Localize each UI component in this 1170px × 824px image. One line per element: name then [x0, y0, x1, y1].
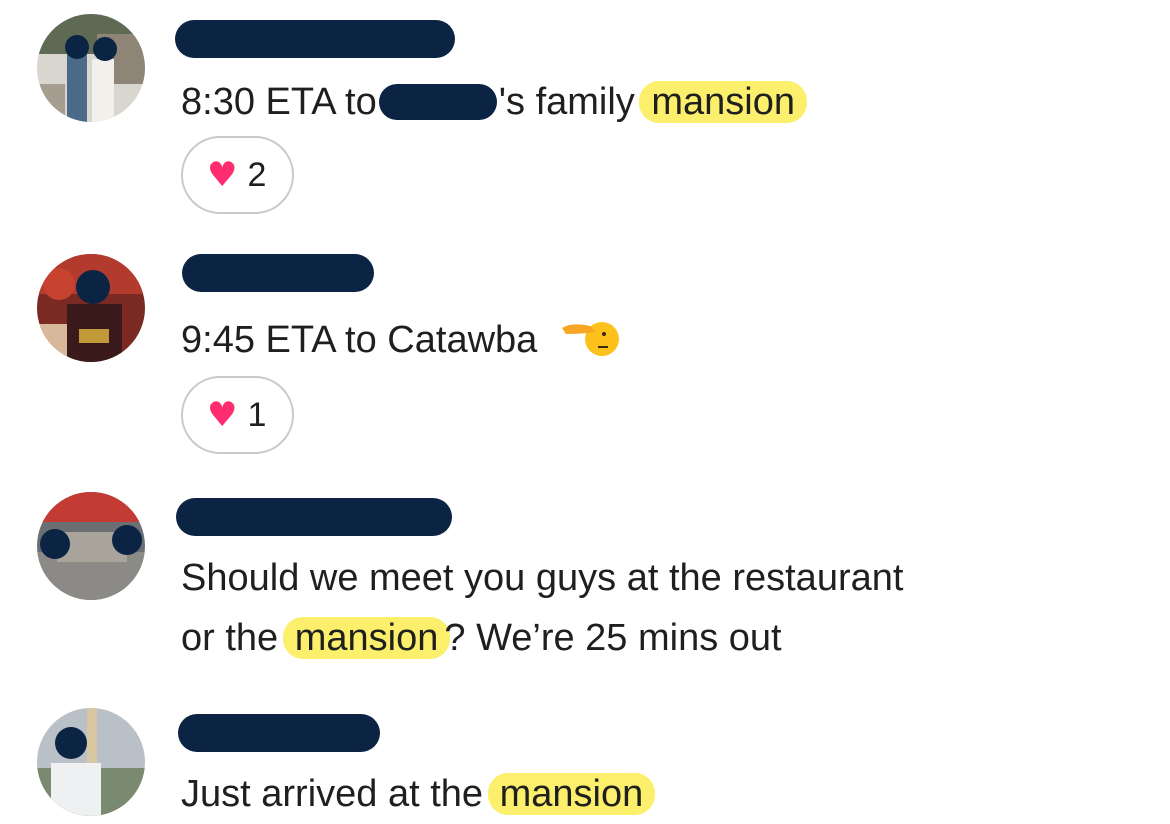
reaction-count: 1 [247, 395, 267, 434]
redacted-sender-name [176, 498, 452, 536]
message-text: Just arrived at the mansion [181, 764, 656, 824]
redacted-sender-name [182, 254, 374, 292]
reaction-button[interactable]: ♥ 2 [181, 136, 295, 214]
message-text: 8:30 ETA to's family mansion [181, 72, 808, 132]
avatar[interactable] [37, 254, 145, 362]
avatar[interactable] [37, 492, 145, 600]
message-text-line-1: Should we meet you guys at the restauran… [181, 557, 904, 599]
heart-icon: ♥ [207, 395, 238, 435]
search-highlight: mansion [639, 81, 808, 123]
avatar[interactable] [37, 14, 145, 122]
redacted-sender-name [175, 20, 455, 58]
message-text-line-2: or the mansion? We’re 25 mins out [181, 617, 782, 659]
redacted-name [378, 84, 497, 120]
redacted-sender-name [178, 714, 380, 752]
search-highlight: mansion [282, 617, 451, 659]
message-text: 9:45 ETA to Catawba [181, 310, 620, 370]
saluting-face-emoji [561, 322, 619, 356]
heart-icon: ♥ [207, 155, 238, 195]
reaction-count: 2 [247, 155, 267, 194]
search-highlight: mansion [487, 773, 656, 815]
avatar[interactable] [37, 708, 145, 816]
reaction-button[interactable]: ♥ 1 [181, 376, 295, 454]
